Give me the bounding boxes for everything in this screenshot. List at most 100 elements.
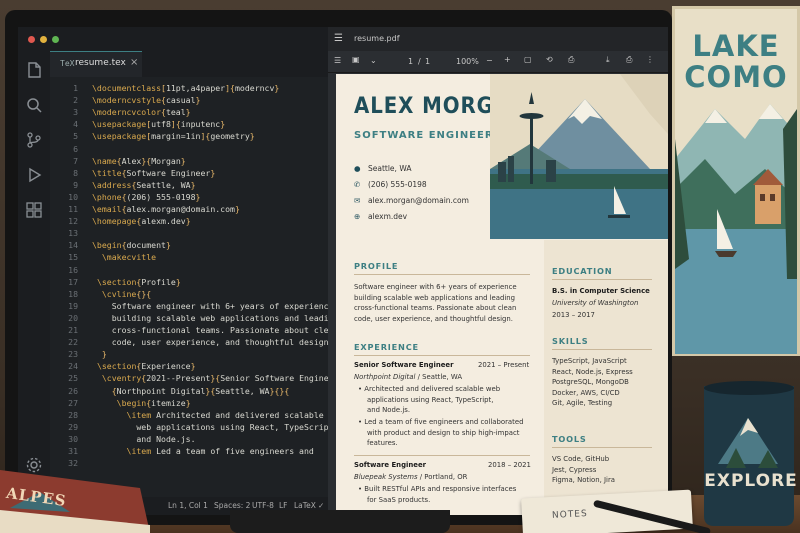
code-line[interactable]: \begin{itemize} xyxy=(92,398,191,408)
notepad-label: NOTES xyxy=(551,509,588,521)
status-cursor-position[interactable]: Ln 1, Col 1 xyxy=(168,501,208,510)
close-window-button[interactable] xyxy=(28,36,35,43)
code-line[interactable]: cross-functional teams. Passionate about… xyxy=(92,325,339,335)
monitor: TeX resume.tex × 1 \documentclass[11pt,a4… xyxy=(5,10,672,525)
line-number: 14 xyxy=(68,240,78,251)
code-line[interactable]: \cventry{2021--Present}{Senior Software … xyxy=(92,373,344,383)
code-line[interactable]: \phone{(206) 555-0198} xyxy=(92,192,200,202)
code-line[interactable]: \section{Experience} xyxy=(92,361,196,371)
pdf-thumbnail-icon[interactable]: ▣ xyxy=(352,55,360,64)
search-icon[interactable] xyxy=(25,96,43,114)
bullet-line: for SaaS products. xyxy=(367,495,431,504)
code-line[interactable]: \cvline{}{ xyxy=(92,289,151,299)
code-line[interactable]: \name{Alex}{Morgan} xyxy=(92,156,186,166)
rotate-icon[interactable]: ⟲ xyxy=(546,55,553,64)
chevron-down-icon[interactable]: ⌄ xyxy=(370,56,377,65)
line-number: 25 xyxy=(68,373,78,384)
files-icon[interactable] xyxy=(25,61,43,79)
tab-label: resume.tex xyxy=(75,58,126,68)
line-number: 21 xyxy=(68,325,78,335)
code-line[interactable]: web applications using React, TypeScript… xyxy=(92,422,338,432)
profile-line: cross-functional teams. Passionate about… xyxy=(354,304,517,312)
extensions-icon[interactable] xyxy=(25,201,43,219)
code-line[interactable]: \email{alex.morgan@domain.com} xyxy=(92,204,240,214)
contact-phone-text: (206) 555-0198 xyxy=(368,180,427,189)
tab-resume-tex[interactable]: TeX resume.tex × xyxy=(50,51,142,77)
print-icon[interactable]: ⎙ xyxy=(568,55,574,65)
edu-degree: B.S. in Computer Science xyxy=(552,287,650,295)
globe-icon: ⊕ xyxy=(354,212,361,221)
minimize-window-button[interactable] xyxy=(40,36,47,43)
poster-title: LAKE COMO xyxy=(675,31,797,93)
education-rule xyxy=(552,279,652,280)
code-area[interactable]: 1 \documentclass[11pt,a4paper]{moderncv} 2… xyxy=(50,77,343,497)
code-line[interactable]: \makecvitle xyxy=(92,252,156,262)
pdf-zoom-level[interactable]: 100% xyxy=(456,57,479,66)
line-number: 27 xyxy=(68,397,78,408)
source-control-icon[interactable] xyxy=(25,131,43,149)
download-icon[interactable]: ⤓ xyxy=(606,55,610,65)
code-line[interactable]: \title{Software Engineer} xyxy=(92,168,215,178)
activity-bar xyxy=(18,51,50,515)
print-button-icon[interactable]: ⎙ xyxy=(626,55,632,65)
more-options-icon[interactable]: ⋮ xyxy=(646,55,654,64)
status-language[interactable]: LaTeX xyxy=(294,501,316,510)
skills-heading: SKILLS xyxy=(552,336,589,346)
contact-web: ⊕ alexm.dev xyxy=(354,212,407,221)
code-line[interactable]: \section{Profile} xyxy=(92,277,181,287)
code-line[interactable]: } xyxy=(92,349,107,359)
profile-text: Software engineer with 6+ years of exper… xyxy=(354,282,517,324)
pdf-sidebar-toggle-icon[interactable]: ☰ xyxy=(334,56,341,65)
code-line[interactable]: {Northpoint Digital}{Seattle, WA}{}{ xyxy=(92,386,290,396)
status-indentation[interactable]: Spaces: 2 xyxy=(214,501,250,510)
experience-rule xyxy=(354,355,530,356)
monitor-stand xyxy=(230,510,450,533)
pdf-menu-icon[interactable]: ☰ xyxy=(334,33,343,44)
line-number: 28 xyxy=(68,409,78,420)
phone-icon: ✆ xyxy=(354,180,361,189)
code-line[interactable]: \documentclass[11pt,a4paper]{moderncv} xyxy=(92,83,279,93)
line-number: 31 xyxy=(68,446,78,456)
email-icon: ✉ xyxy=(354,196,361,205)
bullet-line: features. xyxy=(367,439,398,447)
code-line[interactable]: \item Led a team of five engineers and xyxy=(92,446,314,456)
profile-line: code, user experience, and thoughtful de… xyxy=(354,314,513,323)
zoom-in-button[interactable]: + xyxy=(504,55,511,64)
status-encoding[interactable]: UTF-8 xyxy=(252,501,274,510)
bullet-line: Led a team of five engineers and collabo… xyxy=(364,418,524,426)
line-number: 2 xyxy=(73,95,78,106)
edu-years: 2013 – 2017 xyxy=(552,311,595,319)
code-line[interactable]: \moderncvstyle{casual} xyxy=(92,95,200,105)
status-line-ending[interactable]: LF xyxy=(279,501,288,510)
job1-place: Seattle, WA xyxy=(422,373,463,381)
code-line[interactable]: \begin{document} xyxy=(92,240,171,250)
code-line[interactable]: Software engineer with 6+ years of exper… xyxy=(92,301,334,311)
job2-title: Software Engineer xyxy=(354,461,427,469)
line-number: 20 xyxy=(68,312,78,323)
pdf-page-input[interactable]: 1 xyxy=(408,57,413,66)
code-line[interactable]: \item Architected and delivered scalable xyxy=(92,410,324,420)
code-line[interactable]: building scalable web applications and l… xyxy=(92,313,339,323)
run-debug-icon[interactable] xyxy=(25,166,43,184)
tab-close-icon[interactable]: × xyxy=(130,57,138,68)
contact-web-text: alexm.dev xyxy=(368,212,408,221)
zoom-out-button[interactable]: − xyxy=(486,56,493,65)
profile-rule xyxy=(354,274,530,275)
fit-page-icon[interactable]: ▢ xyxy=(524,55,532,64)
pdf-toolbar: ☰ ▣ ⌄ 1 / 1 100% − + ▢ ⟲ ⎙ ⤓ ⎙ ⋮ xyxy=(328,51,668,73)
lake-como-poster: LAKE COMO xyxy=(672,6,800,356)
code-line[interactable]: \moderncvcolor{teal} xyxy=(92,107,191,117)
edu-school: University of Washington xyxy=(552,299,639,307)
profile-line: Software engineer with 6+ years of exper… xyxy=(354,283,517,291)
profile-line: building scalable web applications and l… xyxy=(354,293,516,302)
editor-tab-bar: TeX resume.tex × xyxy=(50,51,328,77)
code-line[interactable]: and Node.js. xyxy=(92,434,195,444)
maximize-window-button[interactable] xyxy=(52,36,59,43)
code-line[interactable]: \homepage{alexm.dev} xyxy=(92,216,191,226)
job1-company-line: Northpoint Digital / Seattle, WA xyxy=(354,372,462,383)
resume-role: SOFTWARE ENGINEER xyxy=(354,130,494,141)
code-line[interactable]: \address{Seattle, WA} xyxy=(92,180,196,190)
code-line[interactable]: \usepackage[margin=1in]{geometry} xyxy=(92,131,255,141)
code-line[interactable]: code, user experience, and thoughtful de… xyxy=(92,337,334,347)
code-line[interactable]: \usepackage[utf8]{inputenc} xyxy=(92,119,225,129)
